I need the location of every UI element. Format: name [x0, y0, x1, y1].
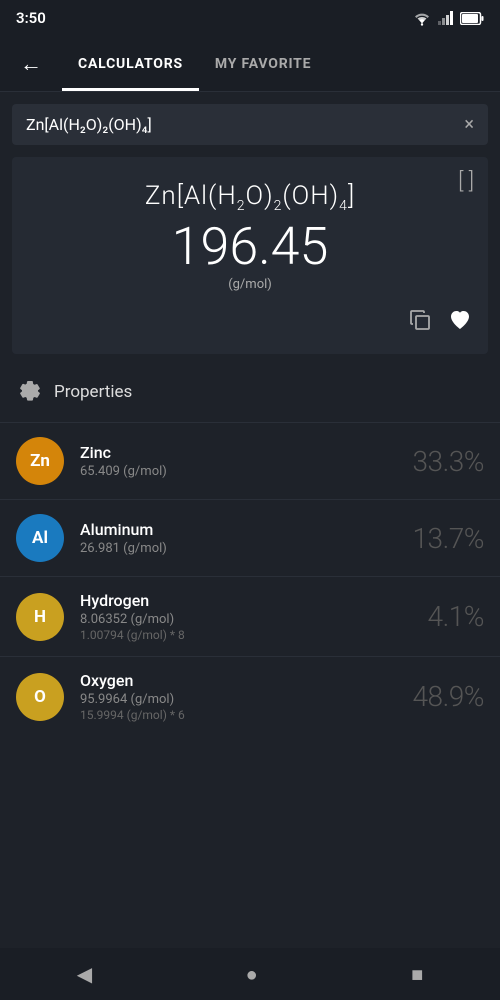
copy-button[interactable]: [408, 308, 432, 338]
element-mol: 8.06352 (g/mol): [80, 612, 412, 627]
tab-my-favorite[interactable]: MY FAVORITE: [199, 36, 327, 91]
element-name: Oxygen: [80, 671, 397, 690]
nav-home-button[interactable]: ●: [222, 954, 282, 995]
element-info: Hydrogen 8.06352 (g/mol) 1.00794 (g/mol)…: [80, 591, 412, 642]
back-button[interactable]: ←: [16, 47, 46, 81]
formula-text: Zn[Al(H2O)2(OH)4]: [28, 181, 472, 214]
properties-label: Properties: [54, 382, 132, 402]
element-badge: Al: [16, 514, 64, 562]
element-row: H Hydrogen 8.06352 (g/mol) 1.00794 (g/mo…: [0, 576, 500, 656]
element-detail: 15.9994 (g/mol) * 6: [80, 708, 397, 722]
element-row: Al Aluminum 26.981 (g/mol) 13.7%: [0, 499, 500, 576]
status-icons: [412, 11, 484, 26]
element-row: Zn Zinc 65.409 (g/mol) 33.3%: [0, 422, 500, 499]
element-badge: H: [16, 593, 64, 641]
formula-actions: [28, 308, 472, 338]
signal-icon: [438, 11, 454, 25]
element-info: Aluminum 26.981 (g/mol): [80, 520, 397, 556]
element-info: Zinc 65.409 (g/mol): [80, 443, 397, 479]
nav-recent-button[interactable]: ■: [387, 954, 447, 995]
element-percent: 33.3%: [413, 445, 485, 478]
formula-unit: (g/mol): [28, 277, 472, 292]
element-mol: 26.981 (g/mol): [80, 541, 397, 556]
element-name: Zinc: [80, 443, 397, 462]
battery-icon: [460, 12, 484, 25]
nav-back-button[interactable]: ◀: [53, 954, 116, 994]
element-mol: 95.9964 (g/mol): [80, 692, 397, 707]
element-percent: 48.9%: [413, 680, 485, 713]
element-badge: Zn: [16, 437, 64, 485]
element-row: O Oxygen 95.9964 (g/mol) 15.9994 (g/mol)…: [0, 656, 500, 736]
nav-tabs: CALCULATORS MY FAVORITE: [62, 36, 484, 91]
bottom-nav: ◀ ● ■: [0, 948, 500, 1000]
formula-mass: 196.45: [28, 218, 472, 275]
element-rows: Zn Zinc 65.409 (g/mol) 33.3% Al Aluminum…: [0, 422, 500, 736]
search-clear-button[interactable]: ×: [464, 114, 474, 135]
bracket-icon[interactable]: [ ]: [458, 169, 474, 194]
formula-card: [ ] Zn[Al(H2O)2(OH)4] 196.45 (g/mol): [12, 157, 488, 354]
search-input-value[interactable]: Zn[Al(H₂O)₂(OH)₄]: [26, 115, 464, 134]
element-percent: 13.7%: [413, 522, 485, 555]
tab-calculators[interactable]: CALCULATORS: [62, 36, 199, 91]
element-badge: O: [16, 673, 64, 721]
status-time: 3:50: [16, 9, 46, 27]
gear-icon: [16, 376, 42, 408]
properties-header: Properties: [0, 362, 500, 422]
element-name: Hydrogen: [80, 591, 412, 610]
element-detail: 1.00794 (g/mol) * 8: [80, 628, 412, 642]
status-bar: 3:50: [0, 0, 500, 36]
element-mol: 65.409 (g/mol): [80, 464, 397, 479]
favorite-button[interactable]: [448, 308, 472, 338]
search-bar: Zn[Al(H₂O)₂(OH)₄] ×: [12, 104, 488, 145]
element-name: Aluminum: [80, 520, 397, 539]
element-info: Oxygen 95.9964 (g/mol) 15.9994 (g/mol) *…: [80, 671, 397, 722]
wifi-icon: [412, 11, 432, 26]
element-percent: 4.1%: [428, 600, 484, 633]
nav-bar: ← CALCULATORS MY FAVORITE: [0, 36, 500, 92]
formula-display: Zn[Al(H2O)2(OH)4]: [28, 181, 472, 214]
